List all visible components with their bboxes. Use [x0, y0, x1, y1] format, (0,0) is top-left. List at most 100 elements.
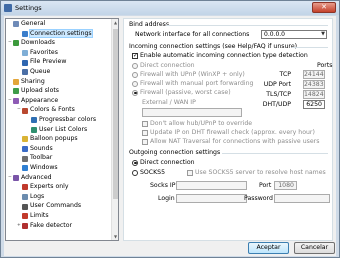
radio-label: Direct connection — [140, 159, 195, 166]
tree-item-label: Logs — [30, 192, 45, 200]
app-icon — [4, 4, 12, 12]
sounds-icon — [22, 146, 28, 153]
radio-dot-selected — [132, 159, 138, 166]
radio-socks5[interactable]: SOCKS5 — [132, 169, 165, 176]
update-ip-checkbox[interactable]: Update IP on DHT firewall check (approx.… — [142, 129, 315, 136]
progressbar-icon — [31, 117, 37, 124]
upload-icon — [13, 88, 19, 95]
limits-icon — [22, 213, 28, 220]
external-ip-input[interactable] — [142, 108, 242, 117]
tree-item[interactable]: Queue — [17, 68, 50, 77]
enable-auto-detect-checkbox[interactable]: ✓ Enable automatic incoming connection t… — [132, 52, 308, 59]
radio-upnp[interactable]: Firewall with UPnP (WinXP + only) — [132, 71, 245, 78]
balloon-icon — [22, 136, 28, 143]
radio-dot-selected — [132, 89, 138, 96]
tree-item-label: Favorites — [30, 48, 58, 56]
general-icon — [13, 21, 19, 28]
tree-item[interactable]: Upload slots — [8, 87, 59, 96]
close-button[interactable]: ✕ — [312, 2, 336, 13]
experts-icon — [22, 184, 28, 191]
dialog-client: General Connection settings − Downloads Favo… — [4, 16, 336, 256]
tree-item[interactable]: + Fake detector — [17, 222, 72, 231]
tree-item-label: File Preview — [30, 58, 67, 66]
tree-item-label: Sounds — [30, 144, 53, 152]
enable-auto-detect-label: Enable automatic incoming connection typ… — [140, 52, 308, 59]
checkbox-label: Allow NAT Traversal for connections with… — [150, 138, 320, 145]
checkbox-box — [142, 138, 148, 145]
tree-item[interactable]: Logs — [17, 193, 44, 202]
appearance-icon — [13, 98, 19, 105]
tree-item-label: Progressbar colors — [39, 116, 97, 123]
tree-item[interactable]: − Appearance — [8, 97, 58, 106]
dont-allow-override-checkbox[interactable]: Don't allow hub/UPnP to override — [142, 120, 252, 127]
queue-icon — [22, 69, 28, 76]
radio-direct-connection[interactable]: Direct connection — [132, 62, 195, 69]
tree-item-label: Windows — [30, 164, 58, 171]
network-interface-label: Network interface for all connections — [135, 31, 250, 38]
port-input[interactable]: 14824 — [303, 90, 325, 99]
group-divider — [222, 153, 328, 154]
outgoing-title: Outgoing connection settings — [129, 149, 221, 156]
tree-item[interactable]: Connection settings — [17, 28, 93, 39]
tree-item-label: Upload slots — [21, 87, 60, 95]
tree-item[interactable]: Limits — [17, 212, 49, 221]
tree-item[interactable]: Windows — [17, 164, 58, 173]
radio-label: Firewall (passive, worst case) — [140, 89, 231, 96]
toolbar-icon — [22, 155, 28, 162]
tree-item-label: Connection settings — [29, 28, 93, 38]
group-divider — [166, 25, 328, 26]
radio-label: Direct connection — [140, 62, 195, 69]
port-label: UDP Port — [263, 81, 291, 88]
ok-button[interactable]: Aceptar — [248, 242, 289, 254]
socks-port-input[interactable]: 1080 — [274, 181, 297, 190]
incoming-title: Incoming connection settings (see Help/F… — [129, 43, 298, 50]
tree-item-label: Experts only — [30, 183, 69, 191]
port-input[interactable]: 6250 — [303, 100, 325, 109]
socks-ip-input[interactable] — [176, 181, 247, 190]
tree-item[interactable]: General — [8, 20, 45, 29]
tree-item[interactable]: Balloon popups — [17, 135, 78, 144]
settings-tree[interactable]: General Connection settings − Downloads Favo… — [5, 18, 119, 241]
scroll-thumb[interactable] — [113, 29, 118, 199]
login-input[interactable] — [176, 194, 247, 203]
checkbox-box — [187, 169, 193, 176]
tree-item[interactable]: − Colors & Fonts — [17, 106, 75, 115]
network-interface-value: 0.0.0.0 — [264, 31, 285, 38]
allow-nat-checkbox[interactable]: Allow NAT Traversal for connections with… — [142, 138, 319, 145]
tree-item[interactable]: − Advanced — [8, 174, 52, 183]
tree-item[interactable]: Experts only — [17, 183, 69, 192]
scroll-down-arrow-icon[interactable]: ▼ — [112, 233, 118, 240]
radio-label: SOCKS5 — [140, 169, 166, 176]
radio-dot — [132, 71, 138, 78]
advanced-icon — [13, 174, 19, 181]
tree-scrollbar[interactable]: ▲ ▼ — [111, 19, 118, 240]
chevron-down-icon: ▼ — [321, 31, 325, 37]
tree-item[interactable]: Toolbar — [17, 154, 52, 163]
port-input[interactable]: 24144 — [303, 70, 325, 79]
tree-item[interactable]: Favorites — [17, 49, 58, 58]
group-divider — [292, 47, 328, 48]
use-socks5-resolve-checkbox[interactable]: Use SOCKS5 server to resolve host names — [187, 169, 326, 176]
cancel-button[interactable]: Cancelar — [294, 242, 335, 254]
network-interface-select[interactable]: 0.0.0.0 ▼ — [261, 30, 327, 39]
radio-passive[interactable]: Firewall (passive, worst case) — [132, 89, 231, 96]
port-label: DHT/UDP — [262, 101, 291, 108]
tree-item[interactable]: User List Colors — [26, 126, 87, 135]
external-ip-label: External / WAN IP — [142, 99, 196, 106]
scroll-up-arrow-icon[interactable]: ▲ — [112, 19, 118, 26]
password-input[interactable] — [274, 194, 330, 203]
tree-item[interactable]: − Downloads — [8, 39, 55, 48]
settings-window: Settings ✕ General Connection settings − Do… — [0, 0, 340, 258]
tree-item-label: Balloon popups — [30, 135, 78, 143]
tree-item[interactable]: File Preview — [17, 58, 66, 67]
favorites-icon — [22, 50, 28, 57]
radio-manual-forwarding[interactable]: Firewall with manual port forwarding — [132, 80, 253, 87]
commands-icon — [22, 203, 28, 210]
port-input[interactable]: 24383 — [303, 80, 325, 89]
tree-item[interactable]: Sounds — [17, 145, 53, 154]
tree-item[interactable]: Sharing — [8, 78, 45, 87]
radio-outgoing-direct[interactable]: Direct connection — [132, 159, 195, 166]
tree-item[interactable]: User Commands — [17, 202, 81, 211]
tree-item[interactable]: Progressbar colors — [26, 116, 96, 125]
tree-item-label: Fake detector — [30, 221, 73, 229]
